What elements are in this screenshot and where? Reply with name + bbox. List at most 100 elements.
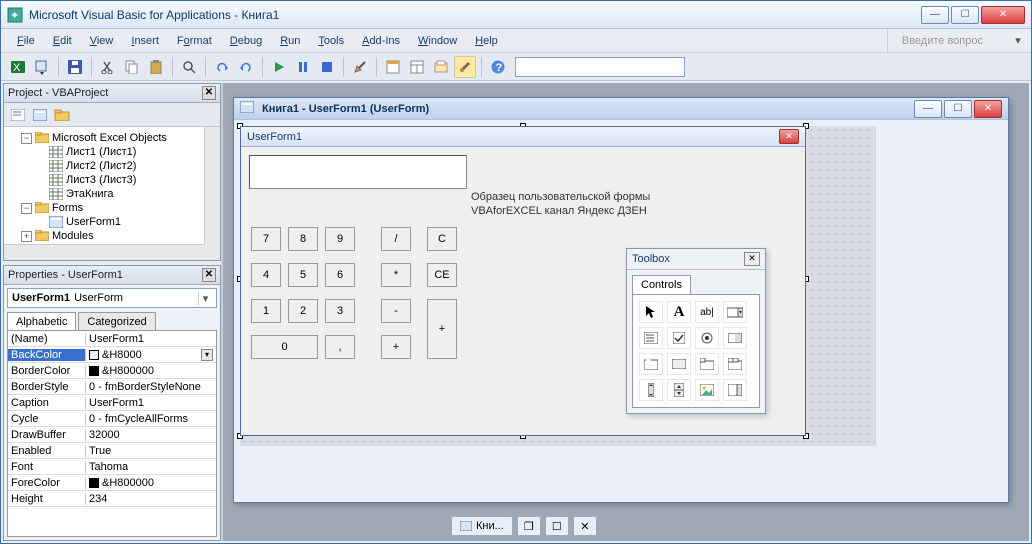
tool-checkbox-icon[interactable] xyxy=(667,327,691,349)
tree-forms[interactable]: Forms xyxy=(52,202,83,214)
tree-vscroll[interactable] xyxy=(204,127,220,244)
menu-file[interactable]: File xyxy=(9,33,43,49)
taskbar-maximize-icon[interactable]: ☐ xyxy=(545,516,569,536)
toggle-folders-icon[interactable] xyxy=(52,105,72,125)
tree-sheet1[interactable]: Лист1 (Лист1) xyxy=(66,146,136,158)
property-row[interactable]: ForeColor&H800000 xyxy=(8,475,216,491)
position-combo[interactable] xyxy=(515,57,685,77)
properties-grid[interactable]: (Name)UserForm1BackColor&H8000▾BorderCol… xyxy=(7,330,217,537)
calc-btn-6[interactable]: 6 xyxy=(325,263,355,287)
tool-image-icon[interactable] xyxy=(695,379,719,401)
reset-icon[interactable] xyxy=(316,56,338,78)
view-code-icon[interactable] xyxy=(8,105,28,125)
project-tree[interactable]: −Microsoft Excel Objects Лист1 (Лист1) Л… xyxy=(4,127,220,247)
project-panel-close[interactable]: ✕ xyxy=(202,86,216,100)
calc-btn-3[interactable]: 3 xyxy=(325,299,355,323)
calc-btn-5[interactable]: 5 xyxy=(288,263,318,287)
tool-tabstrip-icon[interactable] xyxy=(695,353,719,375)
design-mode-icon[interactable] xyxy=(349,56,371,78)
property-row[interactable]: BackColor&H8000▾ xyxy=(8,347,216,363)
calc-btn-0[interactable]: 0 xyxy=(251,335,318,359)
tool-label-icon[interactable]: A xyxy=(667,301,691,323)
tree-workbook[interactable]: ЭтаКнига xyxy=(66,188,113,200)
insert-dropdown-icon[interactable] xyxy=(31,56,53,78)
tool-pointer-icon[interactable] xyxy=(639,301,663,323)
menu-help[interactable]: Help xyxy=(467,33,506,49)
mdi-maximize-button[interactable]: ☐ xyxy=(944,100,972,118)
close-button[interactable]: ✕ xyxy=(981,6,1025,24)
redo-icon[interactable] xyxy=(235,56,257,78)
calculator-display[interactable] xyxy=(249,155,467,189)
menu-window[interactable]: Window xyxy=(410,33,465,49)
property-row[interactable]: CaptionUserForm1 xyxy=(8,395,216,411)
toolbox-window[interactable]: Toolbox ✕ Controls A ab| xyxy=(626,248,766,414)
calc-btn-divide[interactable]: / xyxy=(381,227,411,251)
tree-sheet3[interactable]: Лист3 (Лист3) xyxy=(66,174,136,186)
menu-insert[interactable]: Insert xyxy=(123,33,167,49)
taskbar-close-icon[interactable]: ✕ xyxy=(573,516,597,536)
calc-btn-comma[interactable]: , xyxy=(325,335,355,359)
tool-combobox-icon[interactable] xyxy=(723,301,747,323)
property-row[interactable]: Height234 xyxy=(8,491,216,507)
calc-btn-2[interactable]: 2 xyxy=(288,299,318,323)
calc-btn-minus[interactable]: - xyxy=(381,299,411,323)
copy-icon[interactable] xyxy=(121,56,143,78)
mdi-minimize-button[interactable]: — xyxy=(914,100,942,118)
find-icon[interactable] xyxy=(178,56,200,78)
menu-view[interactable]: View xyxy=(82,33,122,49)
property-row[interactable]: FontTahoma xyxy=(8,459,216,475)
tool-listbox-icon[interactable] xyxy=(639,327,663,349)
calc-btn-plus[interactable]: + xyxy=(427,299,457,359)
menu-format[interactable]: Format xyxy=(169,33,220,49)
project-explorer-icon[interactable] xyxy=(382,56,404,78)
taskbar-restore-icon[interactable]: ❐ xyxy=(517,516,541,536)
mdi-close-button[interactable]: ✕ xyxy=(974,100,1002,118)
tree-modules[interactable]: Modules xyxy=(52,230,94,242)
tool-scrollbar-icon[interactable] xyxy=(639,379,663,401)
properties-object-combo[interactable]: UserForm1UserForm ▾ xyxy=(7,288,217,308)
property-row[interactable]: EnabledTrue xyxy=(8,443,216,459)
calc-btn-multiply[interactable]: * xyxy=(381,263,411,287)
toolbox-close[interactable]: ✕ xyxy=(744,252,760,266)
break-icon[interactable] xyxy=(292,56,314,78)
menu-edit[interactable]: Edit xyxy=(45,33,80,49)
object-browser-icon[interactable] xyxy=(430,56,452,78)
calc-btn-ce[interactable]: CE xyxy=(427,263,457,287)
tool-frame-icon[interactable] xyxy=(639,353,663,375)
tool-refedit-icon[interactable] xyxy=(723,379,747,401)
tree-hscroll[interactable] xyxy=(4,244,204,260)
toolbox-icon[interactable] xyxy=(454,56,476,78)
view-object-icon[interactable] xyxy=(30,105,50,125)
taskbar-item[interactable]: Кни... xyxy=(451,516,513,536)
properties-tab-alphabetic[interactable]: Alphabetic xyxy=(7,312,76,331)
tool-commandbutton-icon[interactable] xyxy=(667,353,691,375)
calc-btn-9[interactable]: 9 xyxy=(325,227,355,251)
menu-run[interactable]: Run xyxy=(272,33,308,49)
menu-addins[interactable]: Add-Ins xyxy=(354,33,408,49)
properties-tab-categorized[interactable]: Categorized xyxy=(78,312,155,331)
menu-tools[interactable]: Tools xyxy=(310,33,352,49)
calc-btn-c[interactable]: C xyxy=(427,227,457,251)
calc-btn-8[interactable]: 8 xyxy=(288,227,318,251)
tree-excel-objects[interactable]: Microsoft Excel Objects xyxy=(52,132,167,144)
tree-userform1[interactable]: UserForm1 xyxy=(66,216,121,228)
calc-btn-plus2[interactable]: + xyxy=(381,335,411,359)
property-row[interactable]: DrawBuffer32000 xyxy=(8,427,216,443)
calc-btn-1[interactable]: 1 xyxy=(251,299,281,323)
tool-spinbutton-icon[interactable] xyxy=(667,379,691,401)
tool-textbox-icon[interactable]: ab| xyxy=(695,301,719,323)
help-search-input[interactable]: Введите вопрос xyxy=(896,35,1013,47)
tool-togglebutton-icon[interactable] xyxy=(723,327,747,349)
cut-icon[interactable] xyxy=(97,56,119,78)
toolbox-tab-controls[interactable]: Controls xyxy=(632,275,691,294)
minimize-button[interactable]: — xyxy=(921,6,949,24)
menu-debug[interactable]: Debug xyxy=(222,33,270,49)
paste-icon[interactable] xyxy=(145,56,167,78)
save-icon[interactable] xyxy=(64,56,86,78)
calc-btn-4[interactable]: 4 xyxy=(251,263,281,287)
calc-btn-7[interactable]: 7 xyxy=(251,227,281,251)
tool-multipage-icon[interactable] xyxy=(723,353,747,375)
undo-icon[interactable] xyxy=(211,56,233,78)
property-row[interactable]: BorderStyle0 - fmBorderStyleNone xyxy=(8,379,216,395)
property-row[interactable]: Cycle0 - fmCycleAllForms xyxy=(8,411,216,427)
